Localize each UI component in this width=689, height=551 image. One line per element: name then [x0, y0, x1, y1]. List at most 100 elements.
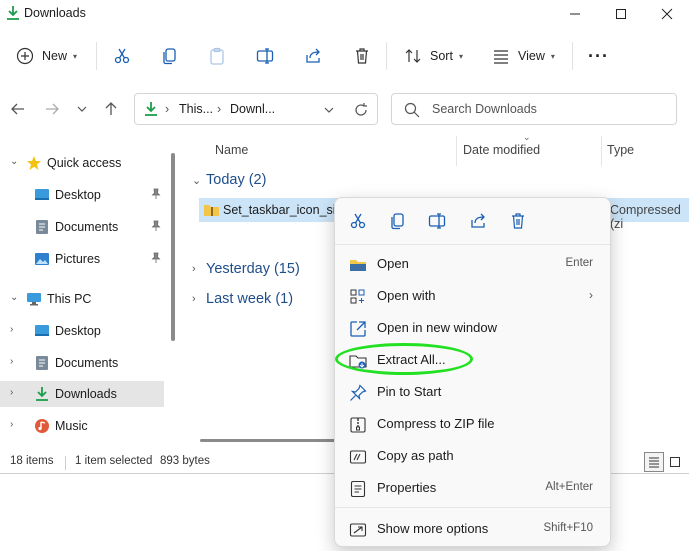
sidebar-item-downloads[interactable]: › Downloads — [0, 381, 164, 407]
breadcrumb-downloads[interactable]: Downl... — [230, 102, 275, 116]
chevron-right-icon[interactable]: › — [10, 356, 13, 367]
rename-icon — [428, 213, 446, 229]
pin-icon — [350, 384, 367, 401]
share-icon — [306, 48, 320, 63]
details-view-button[interactable] — [644, 452, 664, 472]
view-label: View — [518, 49, 545, 63]
menu-item-label: Open in new window — [377, 320, 497, 335]
column-header-name[interactable]: Name — [215, 143, 248, 157]
desktop-icon — [35, 325, 49, 336]
menu-item-shortcut: Shift+F10 — [543, 522, 593, 534]
new-button[interactable]: New ▾ — [16, 33, 77, 79]
minimize-button[interactable] — [552, 0, 598, 28]
chevron-right-icon[interactable]: › — [10, 419, 13, 430]
cut-action[interactable] — [347, 210, 369, 232]
star-icon — [27, 156, 41, 170]
recent-locations-button[interactable] — [70, 96, 94, 122]
column-divider[interactable] — [601, 136, 602, 166]
menu-item-open-new-window[interactable]: Open in new window — [339, 313, 607, 343]
menu-item-label: Open with — [377, 288, 436, 303]
maximize-button[interactable] — [598, 0, 644, 28]
sidebar-item-desktop[interactable]: › Desktop — [0, 318, 164, 344]
see-more-button[interactable]: ··· — [588, 33, 609, 79]
scissors-icon — [350, 213, 366, 229]
up-button[interactable] — [99, 96, 123, 122]
menu-item-label: Compress to ZIP file — [377, 416, 495, 431]
sidebar-item-label: Quick access — [47, 156, 122, 170]
delete-button[interactable] — [353, 33, 371, 79]
sidebar-item-documents-pinned[interactable]: Documents — [0, 214, 164, 240]
breadcrumb-this-pc[interactable]: This... — [179, 102, 213, 116]
chevron-down-icon: ▾ — [458, 51, 463, 61]
sidebar-item-this-pc[interactable]: ⌄ This PC — [0, 286, 164, 312]
search-box[interactable]: Search Downloads — [391, 93, 677, 125]
group-label: Last week (1) — [206, 291, 294, 307]
window-title: Downloads — [24, 6, 86, 20]
arrow-left-icon — [11, 103, 24, 115]
menu-item-label: Copy as path — [377, 448, 454, 463]
rename-action[interactable] — [426, 210, 448, 232]
chevron-down-icon[interactable]: ⌄ — [10, 156, 18, 167]
menu-item-copy-as-path[interactable]: Copy as path — [339, 441, 607, 471]
column-header-date-modified[interactable]: Date modified — [463, 143, 540, 157]
sidebar-item-quick-access[interactable]: ⌄ Quick access — [0, 150, 164, 176]
group-label: Today (2) — [206, 172, 267, 188]
sidebar-item-pictures-pinned[interactable]: Pictures — [0, 246, 164, 272]
properties-icon — [350, 480, 366, 498]
menu-item-open[interactable]: Open Enter — [339, 249, 607, 279]
back-button[interactable] — [6, 96, 30, 122]
selection-count: 1 item selected — [75, 455, 153, 467]
menu-item-show-more-options[interactable]: Show more options Shift+F10 — [339, 514, 607, 544]
chevron-right-icon[interactable]: › — [10, 324, 13, 335]
address-bar[interactable]: › This... › Downl... — [134, 93, 378, 125]
arrow-up-icon — [105, 102, 117, 115]
sidebar-item-desktop-pinned[interactable]: Desktop — [0, 182, 164, 208]
chevron-down-icon[interactable]: ⌄ — [10, 292, 18, 303]
column-header-type[interactable]: Type — [607, 143, 634, 157]
menu-item-pin-to-start[interactable]: Pin to Start — [339, 377, 607, 407]
menu-divider — [335, 244, 610, 245]
copy-path-icon — [349, 450, 367, 464]
sidebar-scrollbar[interactable] — [171, 153, 175, 341]
chevron-right-icon[interactable]: › — [10, 387, 13, 398]
cut-button[interactable] — [113, 33, 131, 79]
sort-icon — [405, 49, 421, 63]
navigation-pane: ⌄ Quick access Desktop Documents Picture… — [0, 145, 176, 445]
zip-icon — [350, 417, 366, 433]
menu-item-compress-zip[interactable]: Compress to ZIP file — [339, 409, 607, 439]
share-action[interactable] — [467, 210, 489, 232]
sidebar-item-label: Desktop — [55, 324, 101, 338]
desktop-icon — [35, 189, 49, 200]
share-button[interactable] — [304, 33, 322, 79]
chevron-down-icon[interactable] — [323, 104, 335, 116]
annotation-highlight-ring — [335, 343, 473, 375]
forward-button[interactable] — [40, 96, 64, 122]
menu-item-open-with[interactable]: Open with › — [339, 281, 607, 311]
menu-item-label: Open — [377, 256, 409, 271]
large-icons-view-button[interactable] — [665, 452, 685, 472]
sidebar-item-documents[interactable]: › Documents — [0, 350, 164, 376]
refresh-icon[interactable] — [353, 102, 369, 118]
menu-item-properties[interactable]: Properties Alt+Enter — [339, 473, 607, 503]
group-header-today[interactable]: ⌄ Today (2) — [192, 172, 266, 188]
sort-label: Sort — [430, 49, 453, 63]
pin-icon — [151, 220, 161, 231]
column-divider[interactable] — [456, 136, 457, 166]
view-button[interactable]: View ▾ — [492, 33, 555, 79]
trash-icon — [512, 213, 524, 229]
chevron-right-icon: › — [192, 263, 196, 275]
sidebar-item-label: Downloads — [55, 387, 117, 401]
group-header-yesterday[interactable]: › Yesterday (15) — [192, 261, 300, 277]
paste-button[interactable] — [208, 33, 226, 79]
copy-action[interactable] — [387, 210, 409, 232]
rename-button[interactable] — [256, 33, 274, 79]
delete-action[interactable] — [507, 210, 529, 232]
group-header-last-week[interactable]: › Last week (1) — [192, 291, 293, 307]
copy-button[interactable] — [161, 33, 179, 79]
close-button[interactable] — [644, 0, 689, 28]
sidebar-item-music[interactable]: › Music — [0, 413, 164, 439]
sort-chevron-icon: ⌄ — [523, 132, 531, 142]
new-label: New — [42, 49, 68, 63]
sort-button[interactable]: Sort ▾ — [404, 33, 463, 79]
horizontal-scrollbar[interactable] — [200, 439, 340, 442]
